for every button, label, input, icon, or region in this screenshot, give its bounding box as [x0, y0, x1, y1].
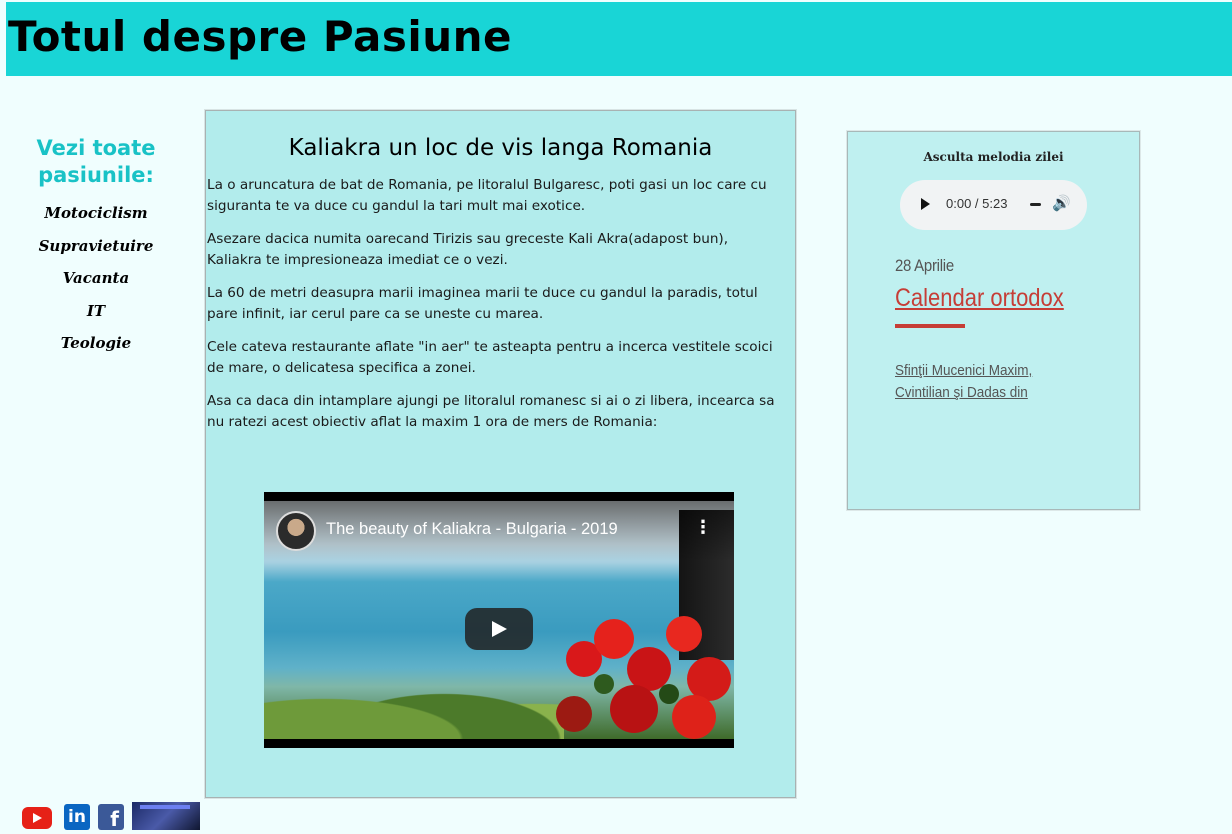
article-paragraph: Cele cateva restaurante aflate "in aer" …: [207, 339, 773, 376]
music-heading: Asculta melodia zilei: [923, 150, 1064, 164]
banner-thumbnail[interactable]: [132, 802, 200, 830]
calendar-accent-bar: [895, 324, 965, 328]
video-scenery-foliage: [264, 669, 564, 739]
sidebar-item-teologie[interactable]: Teologie: [20, 327, 172, 360]
article-paragraph: La 60 de metri deasupra marii imaginea m…: [207, 285, 758, 322]
sidebar-heading: Vezi toate pasiunile:: [36, 136, 156, 187]
play-button[interactable]: [465, 608, 533, 650]
article-paragraph: Asa ca daca din intamplare ajungi pe lit…: [207, 393, 775, 430]
video-scenery-flowers: [556, 616, 731, 739]
calendar-date: 28 Aprilie: [895, 256, 954, 275]
video-thumbnail[interactable]: The beauty of Kaliakra - Bulgaria - 2019…: [264, 501, 734, 739]
sidebar-item-it[interactable]: IT: [20, 295, 172, 328]
sidebar-item-supravietuire[interactable]: Supravietuire: [20, 230, 172, 263]
site-header: Totul despre Pasiune: [6, 2, 1232, 76]
facebook-icon[interactable]: f: [98, 804, 124, 831]
article-panel: Kaliakra un loc de vis langa Romania La …: [205, 110, 796, 798]
sidebar-nav: Vezi toate pasiunile: Motociclism Suprav…: [20, 135, 172, 360]
youtube-icon[interactable]: [22, 807, 52, 829]
sidebar-item-vacanta[interactable]: Vacanta: [20, 262, 172, 295]
audio-time: 0:00 / 5:23: [946, 196, 1008, 211]
video-title[interactable]: The beauty of Kaliakra - Bulgaria - 2019: [326, 520, 618, 539]
channel-avatar[interactable]: [276, 511, 316, 551]
audio-player[interactable]: 0:00 / 5:23 🔊: [900, 180, 1087, 230]
article-paragraph: La o aruncatura de bat de Romania, pe li…: [207, 177, 767, 214]
site-title: Totul despre Pasiune: [8, 12, 513, 61]
more-vert-icon[interactable]: ⋮: [694, 519, 712, 537]
audio-play-icon[interactable]: [921, 198, 930, 210]
volume-icon[interactable]: 🔊: [1052, 194, 1071, 212]
music-widget: Asculta melodia zilei 0:00 / 5:23 🔊 28 A…: [847, 131, 1140, 510]
linkedin-icon[interactable]: in: [64, 804, 90, 830]
article-title: Kaliakra un loc de vis langa Romania: [288, 135, 713, 161]
article-paragraph: Asezare dacica numita oarecand Tirizis s…: [207, 231, 729, 268]
calendar-title-link[interactable]: Calendar ortodox: [895, 284, 1064, 313]
video-embed[interactable]: The beauty of Kaliakra - Bulgaria - 2019…: [264, 492, 734, 748]
social-links: in f: [22, 802, 200, 831]
calendar-saint-link[interactable]: Sfinţii Mucenici Maxim, Cvintilian şi Da…: [895, 360, 1057, 404]
play-icon: [492, 621, 507, 637]
sidebar-item-motociclism[interactable]: Motociclism: [20, 197, 172, 230]
audio-seek-bar[interactable]: [1030, 203, 1041, 206]
